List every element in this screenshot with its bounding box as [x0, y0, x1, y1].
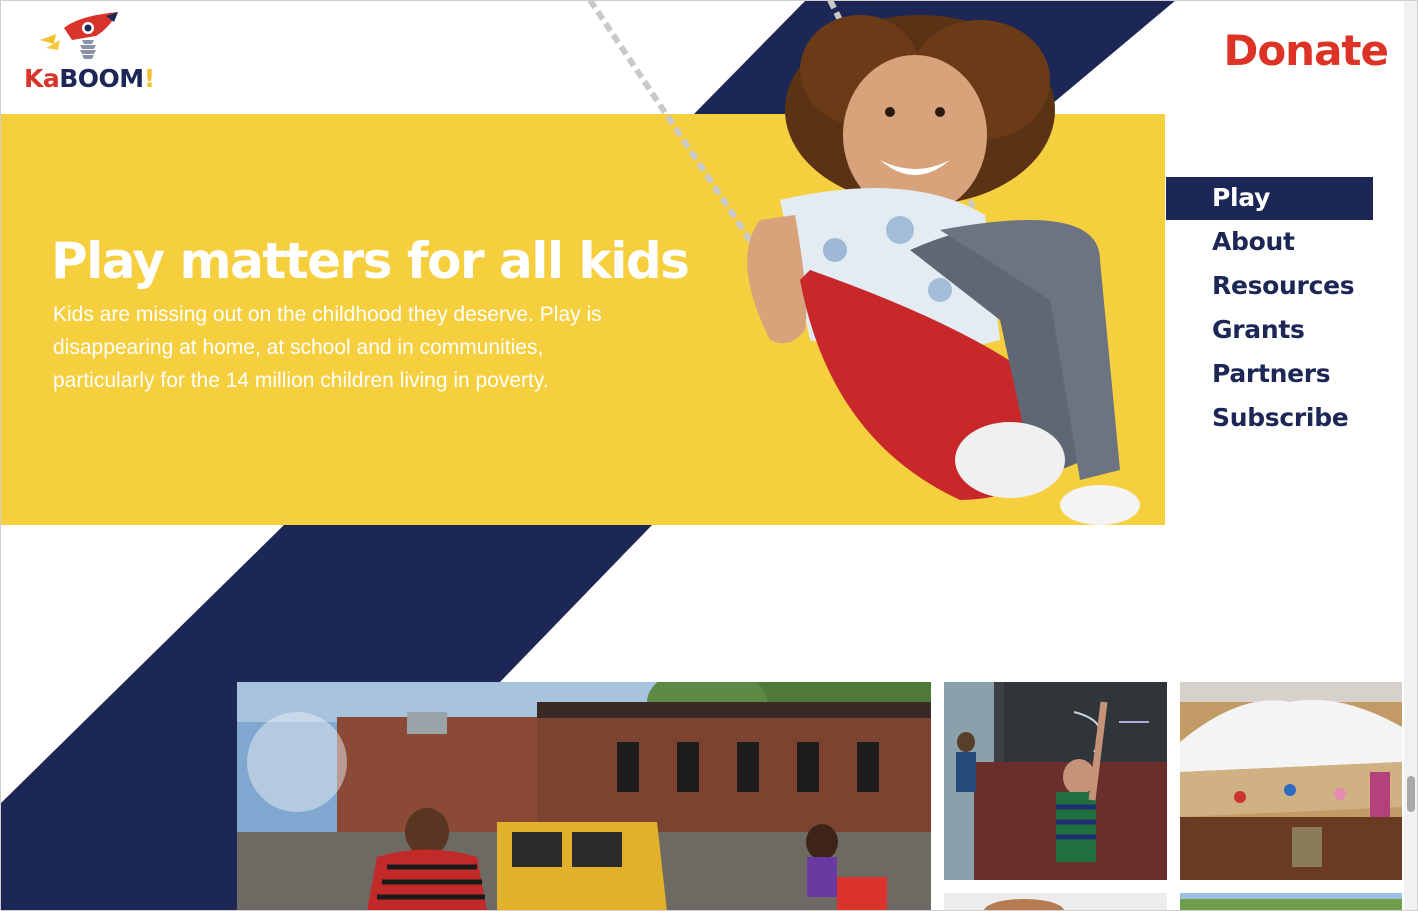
gallery-photo-chalkboard[interactable] [944, 682, 1167, 880]
gallery-photo-bottom-right[interactable] [1180, 893, 1402, 911]
logo-boom: BOOM [59, 64, 144, 93]
nav-item-play[interactable]: Play [1166, 177, 1373, 220]
girl-on-swing-image [587, 0, 1140, 525]
page-scrollbar[interactable] [1404, 0, 1418, 911]
scrollbar-thumb[interactable] [1407, 776, 1415, 812]
kaboom-logo[interactable]: KaBOOM! [22, 10, 172, 95]
nav-item-grants[interactable]: Grants [1166, 308, 1376, 352]
main-nav: Play About Resources Grants Partners Sub… [1166, 177, 1376, 440]
logo-ka: Ka [24, 64, 60, 93]
logo-wordmark: KaBOOM! [24, 64, 155, 93]
nav-item-partners[interactable]: Partners [1166, 352, 1376, 396]
donate-link[interactable]: Donate [1223, 26, 1389, 75]
hero-body: Kids are missing out on the childhood th… [53, 303, 602, 392]
rocket-logo-icon [40, 12, 118, 59]
nav-item-subscribe[interactable]: Subscribe [1166, 396, 1376, 440]
gallery-photo-sandbox[interactable] [1180, 682, 1402, 880]
nav-item-resources[interactable]: Resources [1166, 264, 1376, 308]
nav-item-about[interactable]: About [1166, 220, 1376, 264]
gallery-photo-playground[interactable] [237, 682, 931, 911]
gallery-photo-bottom-left[interactable] [944, 893, 1167, 911]
logo-bang: ! [143, 64, 155, 93]
